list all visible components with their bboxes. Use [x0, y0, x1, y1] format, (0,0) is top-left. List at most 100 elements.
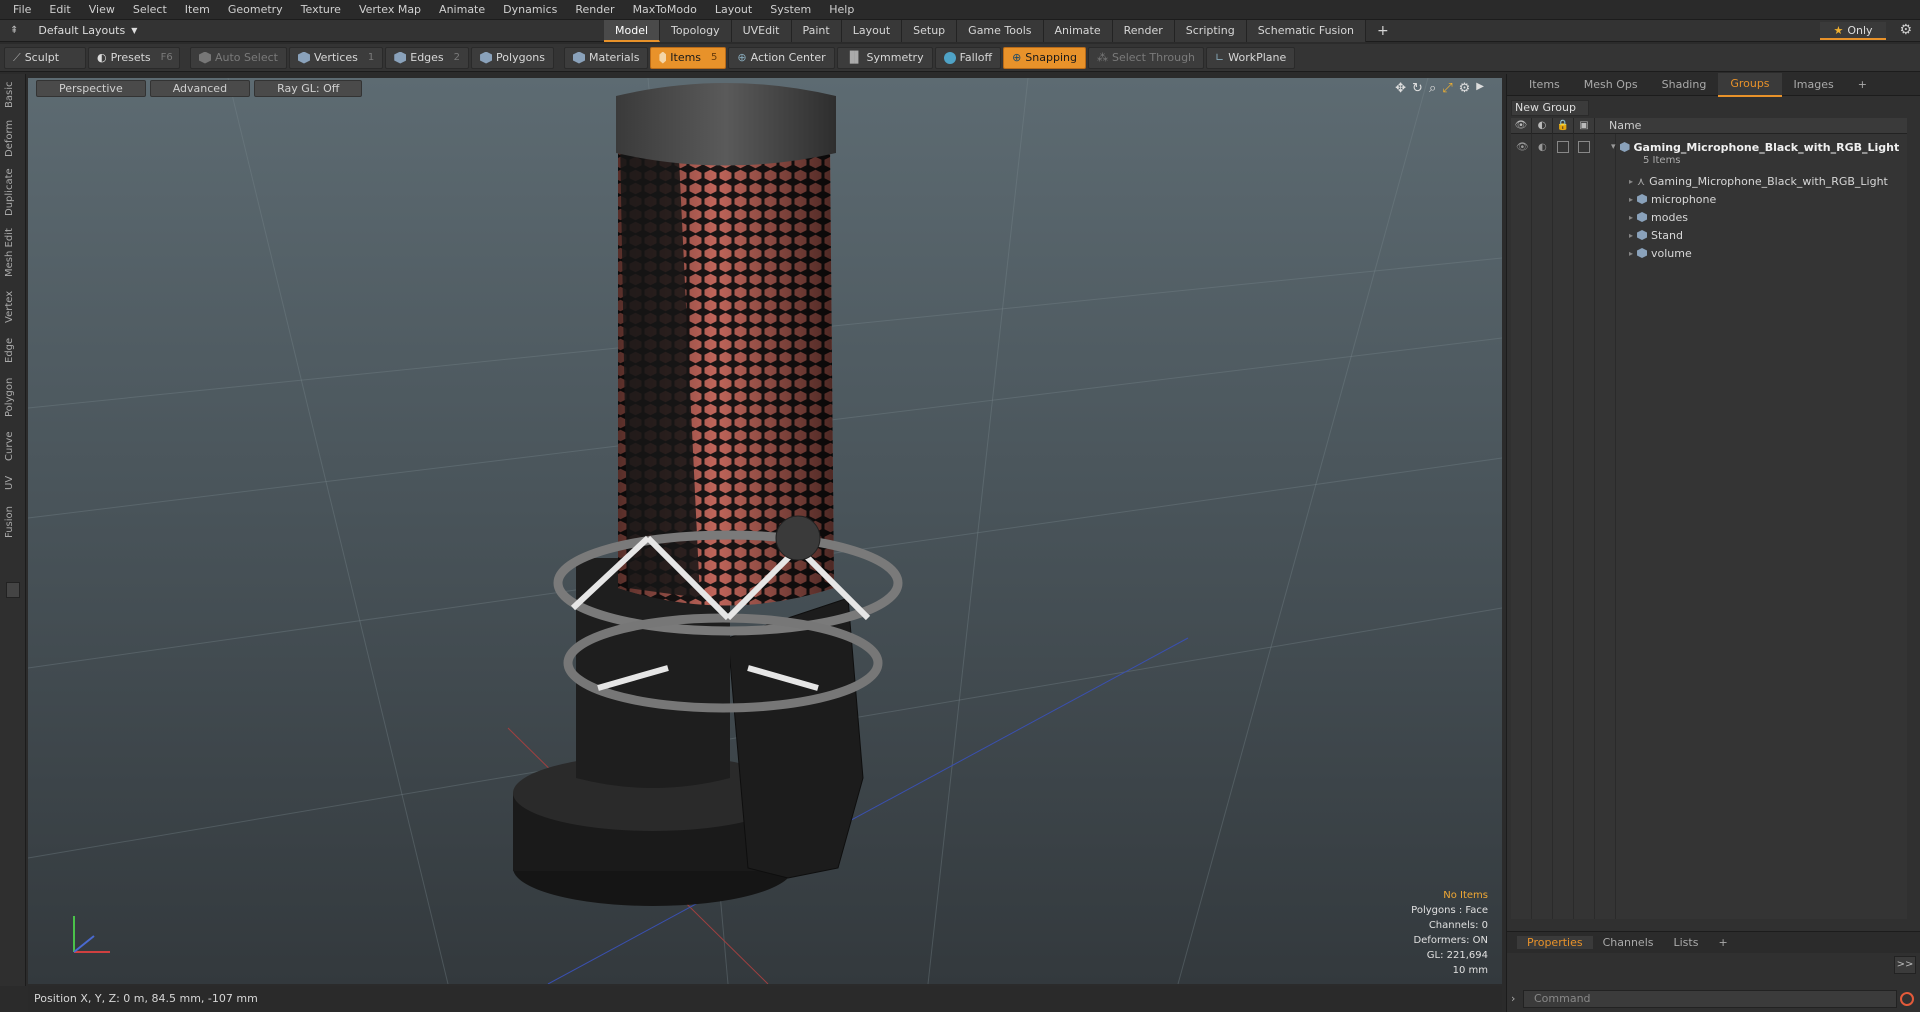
name-column-header[interactable]: Name: [1595, 119, 1641, 132]
action-center-button[interactable]: ⊕ Action Center: [728, 46, 835, 69]
presets-button[interactable]: ◐ Presets F6: [88, 46, 180, 69]
left-tab-polygon[interactable]: Polygon: [4, 374, 22, 420]
expand-arrow-icon[interactable]: ▸: [1629, 195, 1633, 204]
command-input[interactable]: Command: [1523, 990, 1897, 1008]
items-button[interactable]: Items 5: [650, 46, 727, 69]
menu-dynamics[interactable]: Dynamics: [494, 0, 566, 20]
materials-button[interactable]: Materials: [564, 46, 649, 69]
select-through-button[interactable]: ⁂ Select Through: [1087, 46, 1205, 69]
left-tab-mesh-edit[interactable]: Mesh Edit: [4, 226, 22, 280]
vertices-button[interactable]: Vertices 1: [288, 46, 384, 69]
maximize-icon[interactable]: ⤢: [1442, 81, 1452, 96]
falloff-button[interactable]: Falloff: [934, 46, 1002, 69]
menu-maxtomodo[interactable]: MaxToModo: [624, 0, 706, 20]
command-history-icon[interactable]: [1900, 992, 1914, 1006]
pan-icon[interactable]: ✥: [1395, 81, 1406, 96]
tab-items[interactable]: Items: [1517, 74, 1572, 96]
select-checkbox[interactable]: [1578, 141, 1590, 153]
tab-paint[interactable]: Paint: [791, 20, 842, 42]
symmetry-button[interactable]: ▐▌ Symmetry: [836, 46, 933, 69]
workplane-button[interactable]: ∟ WorkPlane: [1206, 46, 1296, 69]
zoom-icon[interactable]: ⌕: [1429, 81, 1436, 96]
expand-arrow-icon[interactable]: ▸: [1629, 231, 1633, 240]
group-child-row[interactable]: ▸ ⋏ Gaming_Microphone_Black_with_RGB_Lig…: [1511, 172, 1907, 190]
left-tab-curve[interactable]: Curve: [4, 428, 22, 464]
raygl-button[interactable]: Ray GL: Off: [254, 80, 363, 97]
tab-layout[interactable]: Layout: [841, 20, 903, 42]
menu-file[interactable]: File: [4, 0, 40, 20]
menu-help[interactable]: Help: [820, 0, 863, 20]
left-tab-duplicate[interactable]: Duplicate: [4, 166, 22, 218]
left-tab-vertex[interactable]: Vertex: [4, 288, 22, 326]
gear-icon[interactable]: ⚙: [1899, 22, 1912, 38]
auto-select-button[interactable]: Auto Select: [190, 46, 287, 69]
select-column-icon[interactable]: ▣: [1574, 117, 1595, 134]
add-panel-tab-button[interactable]: +: [1846, 74, 1879, 96]
group-child-row[interactable]: ▸ Stand: [1511, 226, 1907, 244]
expand-arrow-icon[interactable]: ▸: [1629, 177, 1633, 186]
expand-arrow-icon[interactable]: ▸: [1629, 213, 1633, 222]
group-child-row[interactable]: ▸ microphone: [1511, 190, 1907, 208]
shading-mode-button[interactable]: Advanced: [149, 80, 251, 97]
left-tab-edge[interactable]: Edge: [4, 334, 22, 366]
tab-shading[interactable]: Shading: [1650, 74, 1719, 96]
left-tab-basic[interactable]: Basic: [4, 80, 22, 110]
tab-images[interactable]: Images: [1782, 74, 1846, 96]
3d-viewport[interactable]: Perspective Advanced Ray GL: Off ✥ ↻ ⌕ ⤢…: [28, 78, 1502, 984]
sculpt-button[interactable]: ⟋ Sculpt: [4, 46, 86, 69]
left-tab-uv[interactable]: UV: [4, 472, 22, 494]
tab-mesh-ops[interactable]: Mesh Ops: [1572, 74, 1650, 96]
tab-game-tools[interactable]: Game Tools: [957, 20, 1044, 42]
collapse-icon[interactable]: ⇞: [10, 25, 18, 36]
menu-system[interactable]: System: [761, 0, 820, 20]
left-panel-toggle[interactable]: [6, 582, 20, 598]
menu-edit[interactable]: Edit: [40, 0, 79, 20]
visibility-eye-icon[interactable]: 👁: [1516, 142, 1529, 153]
menu-view[interactable]: View: [80, 0, 124, 20]
new-group-button[interactable]: New Group: [1511, 100, 1589, 116]
menu-layout[interactable]: Layout: [706, 0, 761, 20]
tab-render[interactable]: Render: [1112, 20, 1175, 42]
viewport-menu-icon[interactable]: ▶: [1476, 81, 1484, 96]
tab-properties[interactable]: Properties: [1517, 936, 1593, 949]
visibility-column-icon[interactable]: 👁: [1511, 117, 1532, 134]
expand-arrow-icon[interactable]: ▸: [1629, 249, 1633, 258]
group-root-row[interactable]: 👁 ◐ ▾ Gaming_Microphone_Black_with_RGB_L…: [1511, 138, 1907, 156]
expand-button[interactable]: >>: [1894, 956, 1916, 974]
lock-checkbox[interactable]: [1557, 141, 1569, 153]
tab-model[interactable]: Model: [604, 20, 661, 42]
left-tab-deform[interactable]: Deform: [4, 118, 22, 158]
tab-channels[interactable]: Channels: [1593, 936, 1664, 949]
menu-item[interactable]: Item: [176, 0, 219, 20]
menu-animate[interactable]: Animate: [430, 0, 494, 20]
render-column-icon[interactable]: ◐: [1532, 117, 1553, 134]
view-mode-button[interactable]: Perspective: [36, 80, 146, 97]
menu-texture[interactable]: Texture: [292, 0, 350, 20]
add-properties-tab-button[interactable]: +: [1708, 936, 1737, 949]
tab-animate[interactable]: Animate: [1043, 20, 1113, 42]
only-toggle[interactable]: ★ Only: [1820, 22, 1886, 40]
edges-button[interactable]: Edges 2: [385, 46, 470, 69]
lock-column-icon[interactable]: 🔒: [1553, 117, 1574, 134]
menu-geometry[interactable]: Geometry: [219, 0, 292, 20]
tab-schematic-fusion[interactable]: Schematic Fusion: [1246, 20, 1367, 42]
snapping-button[interactable]: ⊕ Snapping: [1003, 46, 1086, 69]
tab-setup[interactable]: Setup: [902, 20, 958, 42]
menu-vertex-map[interactable]: Vertex Map: [350, 0, 430, 20]
add-tab-button[interactable]: +: [1366, 20, 1400, 42]
layout-selector[interactable]: ⇞ Default Layouts ▼: [0, 24, 300, 37]
tab-uvedit[interactable]: UVEdit: [731, 20, 792, 42]
render-toggle-icon[interactable]: ◐: [1538, 142, 1547, 153]
left-tab-fusion[interactable]: Fusion: [4, 502, 22, 542]
rotate-icon[interactable]: ↻: [1412, 81, 1423, 96]
group-child-row[interactable]: ▸ volume: [1511, 244, 1907, 262]
viewport-gear-icon[interactable]: ⚙: [1459, 81, 1471, 96]
collapse-arrow-icon[interactable]: ▾: [1611, 142, 1616, 152]
tab-scripting[interactable]: Scripting: [1174, 20, 1247, 42]
tab-lists[interactable]: Lists: [1664, 936, 1709, 949]
tab-groups[interactable]: Groups: [1718, 72, 1782, 97]
menu-select[interactable]: Select: [124, 0, 176, 20]
polygons-button[interactable]: Polygons: [471, 46, 554, 69]
group-child-row[interactable]: ▸ modes: [1511, 208, 1907, 226]
menu-render[interactable]: Render: [566, 0, 623, 20]
